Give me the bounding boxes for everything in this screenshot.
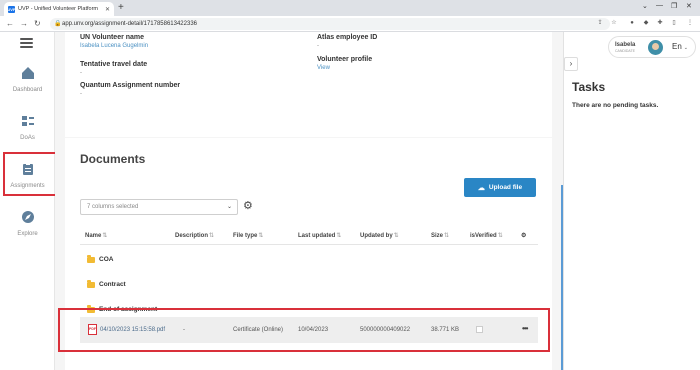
columns-select[interactable]: 7 columns selected ⌄ xyxy=(80,199,238,215)
share-icon[interactable]: ⇪ xyxy=(596,19,604,27)
column-header-size[interactable]: Size⇅ xyxy=(431,232,449,239)
window-close-icon[interactable]: ✕ xyxy=(686,2,692,10)
folder-row-contract[interactable]: Contract xyxy=(87,280,126,288)
language-select[interactable]: En ⌄ xyxy=(672,42,688,51)
tasks-empty-message: There are no pending tasks. xyxy=(572,102,659,109)
nav-item-dashboard[interactable]: Dashboard xyxy=(0,66,55,93)
volunteer-profile-link[interactable]: View xyxy=(317,65,330,71)
upload-label: Upload file xyxy=(488,184,523,191)
nav-label: Explore xyxy=(17,231,38,237)
nav-item-doas[interactable]: DoAs xyxy=(0,114,55,141)
sidepanel-icon[interactable]: ▯ xyxy=(670,19,678,27)
travel-date-value: - xyxy=(80,70,82,76)
gear-icon[interactable]: ⚙ xyxy=(243,200,255,212)
compass-icon xyxy=(21,211,34,223)
column-header-description[interactable]: Description⇅ xyxy=(175,232,214,239)
folder-row-coa[interactable]: COA xyxy=(87,255,114,263)
chevron-down-icon: ⌄ xyxy=(226,204,232,210)
new-tab-icon[interactable]: + xyxy=(118,2,124,14)
chevron-down-icon[interactable]: ⌄ xyxy=(642,2,648,10)
browser-tabstrip: UVP UVP - Unified Volunteer Platform ✕ +… xyxy=(0,0,700,16)
upload-file-button[interactable]: ☁ Upload file xyxy=(464,178,536,197)
quantum-label: Quantum Assignment number xyxy=(80,82,181,89)
back-icon[interactable]: ← xyxy=(6,18,14,30)
user-menu[interactable]: Isabela CANDIDATE En ⌄ xyxy=(608,36,696,58)
browser-tab[interactable]: UVP UVP - Unified Volunteer Platform ✕ xyxy=(4,2,114,16)
column-header-name[interactable]: Name⇅ xyxy=(85,232,107,239)
extension-icon[interactable]: ◆ xyxy=(642,19,650,27)
extension-icon[interactable]: ● xyxy=(628,19,636,27)
sort-icon: ⇅ xyxy=(102,233,108,239)
folder-name: Contract xyxy=(99,281,126,288)
bookmark-star-icon[interactable]: ☆ xyxy=(610,19,618,27)
uvp-favicon: UVP xyxy=(7,5,16,13)
collapse-panel-button[interactable]: › xyxy=(564,57,578,71)
highlight-box-assignments xyxy=(3,152,57,196)
nav-label: Dashboard xyxy=(12,87,43,93)
url-text: app.unv.org/assignment-detail/1717858613… xyxy=(62,21,197,27)
url-field[interactable]: 🔒 app.unv.org/assignment-detail/17178586… xyxy=(50,18,610,30)
table-settings-gear-icon[interactable]: ⚙ xyxy=(521,232,526,239)
sort-icon: ⇅ xyxy=(497,233,503,239)
highlight-box-file-row xyxy=(58,308,550,352)
menu-dots-icon[interactable]: ⋮ xyxy=(686,19,694,27)
folder-icon xyxy=(87,280,95,288)
chevron-down-icon: ⌄ xyxy=(683,45,688,51)
left-nav: Dashboard DoAs Assignments Explore xyxy=(0,32,55,370)
sort-icon: ⇅ xyxy=(444,233,450,239)
minimize-icon[interactable]: — xyxy=(656,2,663,9)
quantum-value: - xyxy=(80,91,82,97)
travel-date-label: Tentative travel date xyxy=(80,61,148,68)
sort-icon: ⇅ xyxy=(336,233,342,239)
sort-icon: ⇅ xyxy=(209,233,215,239)
un-volunteer-value: Isabela Lucena Gugelmin xyxy=(80,43,149,49)
tab-title: UVP - Unified Volunteer Platform xyxy=(18,6,98,12)
column-header-isverified[interactable]: isVerified⇅ xyxy=(470,232,503,239)
reload-icon[interactable]: ↻ xyxy=(34,18,41,30)
column-header-last-updated[interactable]: Last updated⇅ xyxy=(298,232,341,239)
volunteer-profile-label: Volunteer profile xyxy=(317,56,373,63)
un-volunteer-label: UN Volunteer name xyxy=(80,34,145,41)
tasks-title: Tasks xyxy=(572,80,606,94)
home-icon xyxy=(21,67,34,79)
atlas-value: - xyxy=(317,43,319,49)
nav-item-explore[interactable]: Explore xyxy=(0,210,55,237)
list-icon xyxy=(21,116,34,126)
avatar xyxy=(648,40,663,55)
column-header-updated-by[interactable]: Updated by⇅ xyxy=(360,232,399,239)
hamburger-menu-icon[interactable] xyxy=(20,38,33,48)
right-panel: Isabela CANDIDATE En ⌄ › Tasks There are … xyxy=(563,32,700,370)
forward-icon[interactable]: → xyxy=(20,18,28,30)
puzzle-icon[interactable]: ✚ xyxy=(656,19,664,27)
atlas-label: Atlas employee ID xyxy=(317,34,378,41)
address-bar: ← → ↻ 🔒 app.unv.org/assignment-detail/17… xyxy=(0,16,700,32)
user-role: CANDIDATE xyxy=(615,49,635,53)
sort-icon: ⇅ xyxy=(393,233,399,239)
columns-select-value: 7 columns selected xyxy=(87,204,139,210)
lock-icon: 🔒 xyxy=(54,21,62,27)
documents-title: Documents xyxy=(80,152,146,166)
user-name: Isabela xyxy=(615,42,636,48)
close-icon[interactable]: ✕ xyxy=(105,6,110,13)
column-header-file-type[interactable]: File type⇅ xyxy=(233,232,263,239)
sort-icon: ⇅ xyxy=(258,233,264,239)
nav-label: DoAs xyxy=(20,135,35,141)
table-header-divider xyxy=(80,244,538,245)
folder-icon xyxy=(87,255,95,263)
volunteer-details-card: UN Volunteer name Isabela Lucena Gugelmi… xyxy=(65,32,552,137)
maximize-icon[interactable]: ❐ xyxy=(671,2,677,10)
cloud-upload-icon: ☁ xyxy=(477,184,485,192)
folder-name: COA xyxy=(99,256,114,263)
